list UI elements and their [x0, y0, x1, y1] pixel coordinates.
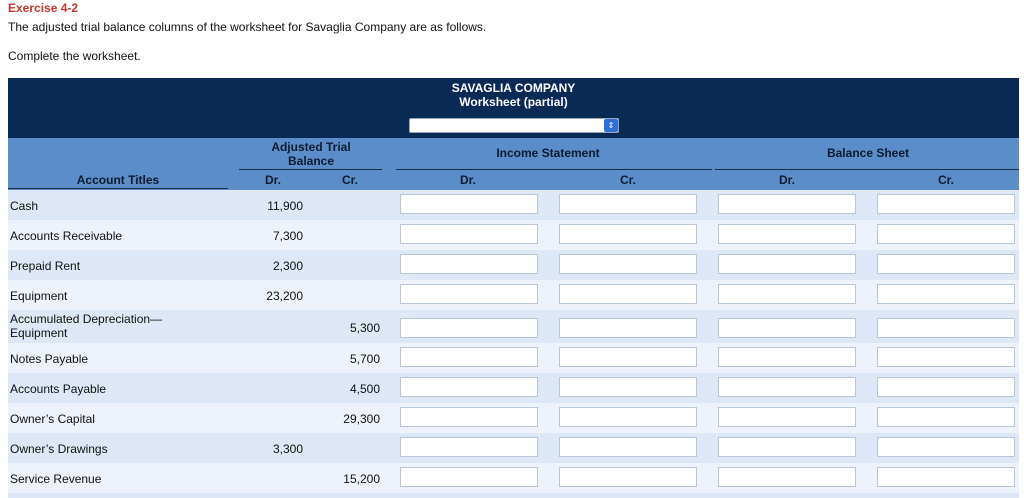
worksheet-title: Worksheet (partial) — [459, 95, 568, 109]
table-row: Service Revenue 15,200 — [8, 463, 1019, 493]
balance-sheet-dr-input[interactable] — [718, 437, 856, 457]
exercise-title: Exercise 4-2 — [8, 1, 79, 15]
account-title: Owner’s Capital — [10, 412, 95, 426]
balance-sheet-cr-input[interactable] — [877, 377, 1015, 397]
table-row: Owner’s Capital 29,300 — [8, 403, 1019, 433]
atb-cr-header: Cr. — [341, 173, 358, 187]
balance-sheet-cr-input[interactable] — [877, 254, 1015, 274]
table-row: Accumulated Depreciation—Equipment 5,300 — [8, 310, 1019, 343]
income-statement-dr-input[interactable] — [400, 224, 538, 244]
income-statement-cr-input[interactable] — [559, 194, 697, 214]
adjusted-trial-balance-header: Adjusted Trial Balance — [271, 140, 351, 168]
balance-sheet-cr-input[interactable] — [877, 467, 1015, 487]
atb-cr-value: 15,200 — [343, 472, 380, 486]
income-statement-dr-input[interactable] — [400, 194, 538, 214]
account-title: Prepaid Rent — [10, 259, 81, 273]
income-statement-header: Income Statement — [496, 146, 600, 160]
table-row: Cash 11,900 — [8, 190, 1019, 220]
income-statement-cr-input[interactable] — [559, 318, 697, 338]
table-row: Equipment 23,200 — [8, 280, 1019, 310]
balance-sheet-dr-input[interactable] — [718, 347, 856, 367]
intro-text: The adjusted trial balance columns of th… — [8, 20, 487, 34]
table-row: Owner’s Drawings 3,300 — [8, 433, 1019, 463]
income-statement-dr-input[interactable] — [400, 467, 538, 487]
income-statement-cr-input[interactable] — [559, 437, 697, 457]
income-statement-dr-input[interactable] — [400, 407, 538, 427]
worksheet-banner: SAVAGLIA COMPANY Worksheet (partial) ⇕ — [8, 78, 1019, 138]
atb-dr-value: 23,200 — [266, 289, 303, 303]
atb-dr-value: 7,300 — [272, 229, 303, 243]
table-row — [8, 493, 1019, 498]
income-statement-cr-input[interactable] — [559, 377, 697, 397]
table-row: Notes Payable 5,700 — [8, 343, 1019, 373]
column-header: Adjusted Trial Balance Income Statement … — [8, 138, 1019, 190]
balance-sheet-dr-input[interactable] — [718, 254, 856, 274]
atb-dr-value: 3,300 — [272, 442, 303, 456]
balance-sheet-cr-input[interactable] — [877, 194, 1015, 214]
atb-dr-value: 2,300 — [272, 259, 303, 273]
header-rule — [239, 169, 382, 170]
atb-dr-value: 11,900 — [267, 199, 303, 213]
header-rule — [8, 188, 228, 189]
bs-dr-header: Dr. — [778, 173, 795, 187]
balance-sheet-cr-input[interactable] — [877, 437, 1015, 457]
balance-sheet-dr-input[interactable] — [718, 467, 856, 487]
table-row: Accounts Payable 4,500 — [8, 373, 1019, 403]
balance-sheet-cr-input[interactable] — [877, 318, 1015, 338]
account-title: Notes Payable — [10, 352, 89, 366]
table-row: Prepaid Rent 2,300 — [8, 250, 1019, 280]
income-statement-cr-input[interactable] — [559, 467, 697, 487]
balance-sheet-dr-input[interactable] — [718, 224, 856, 244]
balance-sheet-dr-input[interactable] — [718, 284, 856, 304]
account-title: Cash — [10, 199, 39, 213]
income-statement-dr-input[interactable] — [400, 254, 538, 274]
is-cr-header: Cr. — [619, 173, 636, 187]
balance-sheet-cr-input[interactable] — [877, 224, 1015, 244]
balance-sheet-header: Balance Sheet — [826, 146, 910, 160]
income-statement-dr-input[interactable] — [400, 347, 538, 367]
atb-cr-value: 29,300 — [343, 412, 380, 426]
header-rule — [396, 169, 712, 170]
company-name: SAVAGLIA COMPANY — [451, 81, 576, 95]
account-title: Equipment — [10, 289, 68, 303]
bs-cr-header: Cr. — [937, 173, 954, 187]
balance-sheet-cr-input[interactable] — [877, 284, 1015, 304]
balance-sheet-cr-input[interactable] — [877, 407, 1015, 427]
income-statement-cr-input[interactable] — [559, 284, 697, 304]
balance-sheet-dr-input[interactable] — [718, 318, 856, 338]
income-statement-cr-input[interactable] — [559, 347, 697, 367]
account-titles-header: Account Titles — [76, 173, 160, 187]
account-title: Owner’s Drawings — [10, 442, 108, 456]
income-statement-dr-input[interactable] — [400, 437, 538, 457]
income-statement-dr-input[interactable] — [400, 318, 538, 338]
account-title: Accounts Receivable — [10, 229, 123, 243]
atb-cr-value: 5,300 — [349, 321, 380, 335]
instruction-text: Complete the worksheet. — [8, 49, 141, 63]
table-row: Accounts Receivable 7,300 — [8, 220, 1019, 250]
header-rule — [715, 169, 1019, 170]
account-title: Service Revenue — [10, 472, 102, 486]
balance-sheet-dr-input[interactable] — [718, 407, 856, 427]
atb-cr-value: 4,500 — [349, 382, 380, 396]
account-title: Accumulated Depreciation—Equipment — [10, 312, 163, 340]
income-statement-dr-input[interactable] — [400, 284, 538, 304]
balance-sheet-dr-input[interactable] — [718, 377, 856, 397]
is-dr-header: Dr. — [459, 173, 476, 187]
balance-sheet-dr-input[interactable] — [718, 194, 856, 214]
income-statement-cr-input[interactable] — [559, 254, 697, 274]
account-title: Accounts Payable — [10, 382, 107, 396]
atb-cr-value: 5,700 — [349, 352, 380, 366]
income-statement-cr-input[interactable] — [559, 407, 697, 427]
atb-dr-header: Dr. — [264, 173, 281, 187]
period-select[interactable]: ⇕ — [409, 118, 619, 133]
balance-sheet-cr-input[interactable] — [877, 347, 1015, 367]
income-statement-cr-input[interactable] — [559, 224, 697, 244]
income-statement-dr-input[interactable] — [400, 377, 538, 397]
select-arrows-icon[interactable]: ⇕ — [604, 119, 618, 132]
